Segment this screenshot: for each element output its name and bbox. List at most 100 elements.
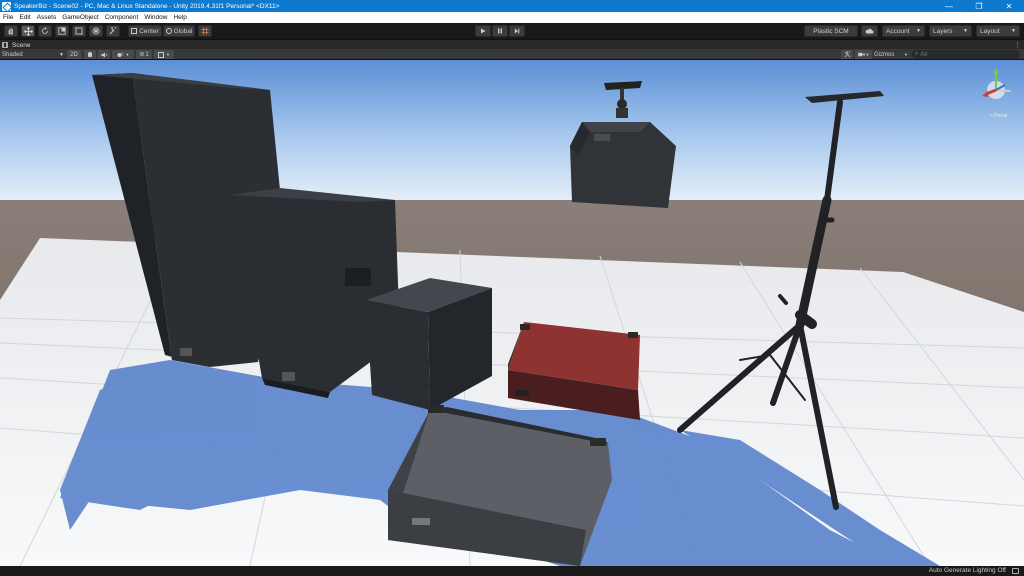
chevron-down-icon: ▼ xyxy=(166,52,170,57)
menu-help[interactable]: Help xyxy=(170,14,189,21)
effects-dropdown[interactable]: ▼ xyxy=(112,50,134,59)
hierarchy-search-input[interactable]: ⌕ All xyxy=(912,50,1020,59)
tab-scene-label: Scene xyxy=(12,41,31,49)
scene-viewport[interactable]: < Persp xyxy=(0,60,1024,566)
menu-gameobject[interactable]: GameObject xyxy=(59,14,102,21)
tools-icon xyxy=(844,51,850,58)
menu-bar: File Edit Assets GameObject Component Wi… xyxy=(0,12,1024,23)
gizmo-label: < Persp xyxy=(990,113,1008,119)
account-label: Account xyxy=(886,27,910,35)
scene-toolbar: Shaded ▼ 2D ▼ ⊘ 1 ▼ ▼ Gizmos ▼ ⌕ All xyxy=(0,49,1024,60)
menu-window[interactable]: Window xyxy=(141,14,170,21)
speaker-icon xyxy=(101,52,107,57)
draw-mode-label: Shaded xyxy=(2,51,23,58)
scale-tool-button[interactable] xyxy=(55,25,69,37)
cloud-button[interactable] xyxy=(861,25,878,37)
scale-icon xyxy=(58,27,66,35)
pivot-space-button[interactable]: Global xyxy=(163,25,195,37)
tools-settings-button[interactable] xyxy=(841,50,853,59)
case-latch xyxy=(515,390,529,396)
layers-label: Layers xyxy=(933,27,953,35)
close-button[interactable]: ✕ xyxy=(994,0,1024,12)
case-label xyxy=(412,518,430,525)
chevron-down-icon: ▼ xyxy=(916,28,921,34)
chevron-down-icon: ▼ xyxy=(59,51,64,58)
pivot-mode-button[interactable]: Center xyxy=(128,25,162,37)
status-bar: Auto Generate Lighting Off xyxy=(0,566,1024,576)
gizmos-dropdown[interactable]: Gizmos ▼ xyxy=(874,49,908,60)
window-title: SpeakerBiz - Scene02 - PC, Mac & Linux S… xyxy=(14,2,280,10)
gizmos-label: Gizmos xyxy=(874,51,895,58)
eye-slash-icon: ⊘ xyxy=(139,52,145,58)
more-options-icon[interactable]: ⋮ xyxy=(1014,41,1021,49)
hand-tool-button[interactable] xyxy=(4,25,18,37)
camera-settings-dropdown[interactable]: ▼ xyxy=(855,50,872,59)
search-placeholder: All xyxy=(920,51,928,58)
layout-dropdown[interactable]: Layout ▼ xyxy=(976,25,1020,37)
transform-icon xyxy=(92,27,100,35)
plastic-scm-button[interactable]: Plastic SCM xyxy=(804,25,858,37)
hidden-count-label: 1 xyxy=(145,51,149,58)
pivot-space-label: Global xyxy=(173,27,193,35)
grid-snap-icon xyxy=(201,27,209,35)
pause-icon xyxy=(498,28,502,34)
toggle-2d-button[interactable]: 2D xyxy=(67,50,81,59)
lighting-toggle[interactable] xyxy=(84,50,96,59)
chevron-down-icon: ▼ xyxy=(865,52,870,57)
chevron-down-icon: ▼ xyxy=(904,52,908,57)
speaker-badge xyxy=(180,348,192,356)
lightbulb-icon xyxy=(88,52,92,57)
menu-assets[interactable]: Assets xyxy=(34,14,60,21)
rect-tool-icon xyxy=(75,27,83,35)
scene-tab-bar: Scene ⋮ xyxy=(0,39,1024,49)
account-dropdown[interactable]: Account ▼ xyxy=(882,25,925,37)
rect-tool-button[interactable] xyxy=(72,25,86,37)
wrench-icon xyxy=(109,27,116,35)
toggle-2d-label: 2D xyxy=(70,51,78,58)
hidden-objects-toggle[interactable]: ⊘ 1 xyxy=(136,50,152,59)
draw-mode-dropdown[interactable]: Shaded ▼ xyxy=(2,49,64,60)
title-bar: SpeakerBiz - Scene02 - PC, Mac & Linux S… xyxy=(0,0,1024,12)
minimize-button[interactable]: — xyxy=(934,0,964,12)
snap-settings-button[interactable] xyxy=(198,25,212,37)
audio-toggle[interactable] xyxy=(98,50,110,59)
play-icon xyxy=(481,28,486,34)
step-button[interactable] xyxy=(509,25,525,37)
custom-tool-button[interactable] xyxy=(106,25,120,37)
scene-grid-icon xyxy=(2,42,8,48)
rotate-icon xyxy=(42,27,48,34)
lighting-status: Auto Generate Lighting Off xyxy=(928,567,1006,574)
play-button[interactable] xyxy=(475,25,491,37)
menu-edit[interactable]: Edit xyxy=(16,14,33,21)
pivot-icon xyxy=(131,28,138,34)
transform-tool-button[interactable] xyxy=(89,25,103,37)
main-toolbar: Center Global Plastic SCM Account ▼ Laye… xyxy=(0,23,1024,39)
move-tool-button[interactable] xyxy=(21,25,35,37)
rotate-tool-button[interactable] xyxy=(38,25,52,37)
scene-render[interactable]: < Persp xyxy=(0,60,1024,566)
maximize-button[interactable]: ❐ xyxy=(964,0,994,12)
plastic-scm-label: Plastic SCM xyxy=(813,27,849,35)
chevron-down-icon: ▼ xyxy=(963,28,968,34)
speaker-badge xyxy=(282,372,295,381)
unity-logo-icon xyxy=(2,1,11,11)
globe-icon xyxy=(165,28,172,34)
chevron-down-icon: ▼ xyxy=(1011,28,1016,34)
speaker-handle xyxy=(345,268,371,286)
pivot-mode-label: Center xyxy=(139,27,159,35)
pause-button[interactable] xyxy=(492,25,508,37)
cloud-icon xyxy=(865,28,874,34)
chevron-down-icon: ▼ xyxy=(125,52,130,57)
layers-dropdown[interactable]: Layers ▼ xyxy=(929,25,972,37)
menu-file[interactable]: File xyxy=(0,14,16,21)
effects-icon xyxy=(117,52,124,57)
grid-toggle-dropdown[interactable]: ▼ xyxy=(154,50,174,59)
hand-icon xyxy=(8,28,13,35)
search-icon: ⌕ xyxy=(915,51,919,57)
move-icon xyxy=(23,26,33,36)
layout-label: Layout xyxy=(980,27,1000,35)
menu-component[interactable]: Component xyxy=(102,14,142,21)
grid-icon xyxy=(158,51,165,58)
step-icon xyxy=(514,28,520,34)
lighting-status-icon[interactable] xyxy=(1012,568,1019,574)
